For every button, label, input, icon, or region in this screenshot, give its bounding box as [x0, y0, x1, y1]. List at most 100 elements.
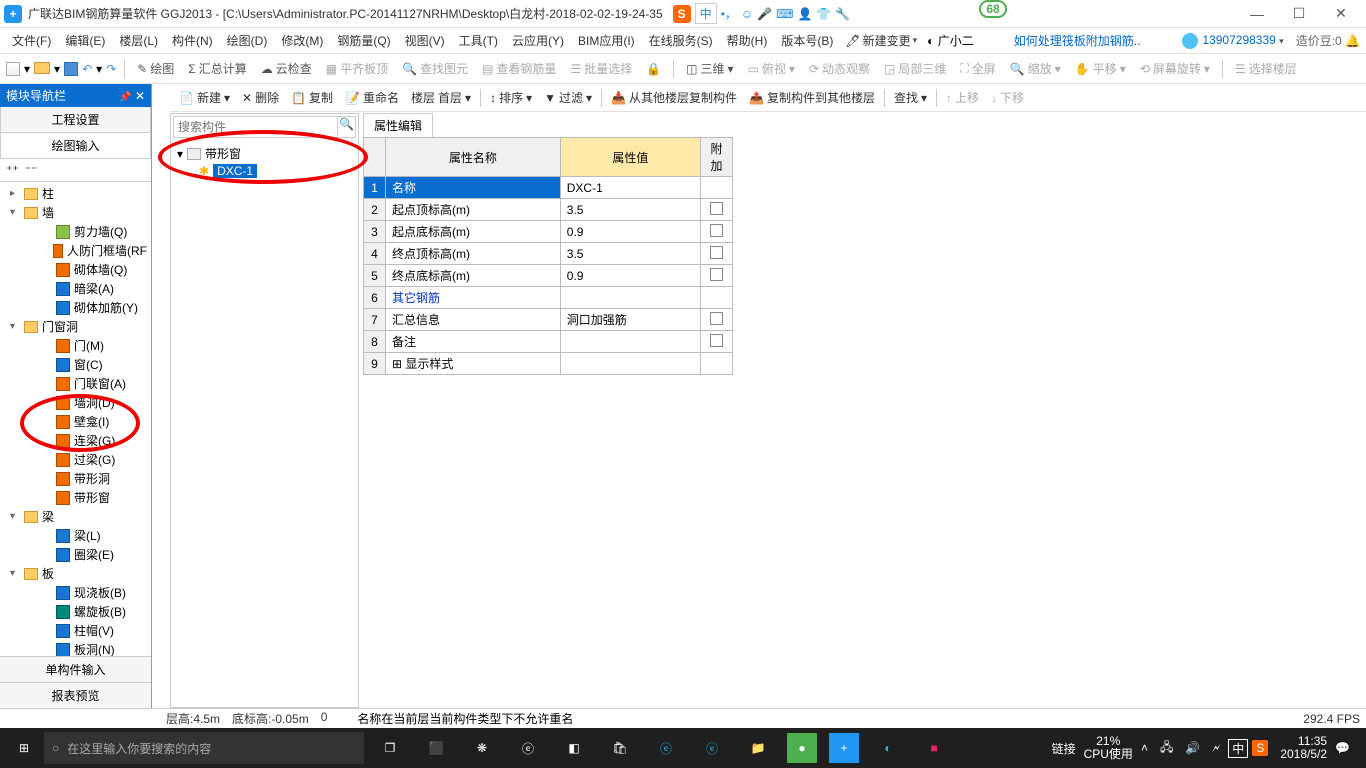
tree-item[interactable]: 暗梁(A) [0, 279, 151, 298]
maximize-button[interactable]: ☐ [1278, 5, 1320, 22]
start-button[interactable]: ⊞ [4, 728, 44, 768]
taskbar-app-4[interactable]: ■ [912, 728, 956, 768]
sum-button[interactable]: Σ 汇总计算 [184, 58, 250, 79]
property-row[interactable]: 1名称DXC-1 [364, 177, 733, 199]
tray-network-icon[interactable]: 🖧 [1156, 738, 1177, 759]
phone-number[interactable]: 13907298339 ▾ [1182, 33, 1283, 49]
property-row[interactable]: 5终点底标高(m)0.9 [364, 265, 733, 287]
task-view-icon[interactable]: ❐ [368, 728, 412, 768]
tree-item[interactable]: 人防门框墙(RF [0, 241, 151, 260]
search-input[interactable] [174, 117, 337, 137]
tray-sogou-icon[interactable]: S [1252, 740, 1268, 756]
user-button[interactable]: ◐ 广小二 [927, 32, 974, 49]
ime-user-icon[interactable]: 👤 [797, 7, 812, 21]
sort-button[interactable]: ↕排序▾ [487, 87, 535, 108]
find-view-button[interactable]: 🔍查找图元 [398, 58, 472, 79]
component-tree-item[interactable]: ▾带形窗 [175, 144, 354, 163]
tree-item[interactable]: 门(M) [0, 336, 151, 355]
menu-floor[interactable]: 楼层(L) [113, 29, 164, 52]
component-tree-item[interactable]: ✱DXC-1 [175, 163, 354, 179]
tab-project-settings[interactable]: 工程设置 [0, 107, 151, 133]
open-file-icon[interactable] [34, 62, 50, 74]
tree-item[interactable]: ▾梁 [0, 507, 151, 526]
property-row[interactable]: 8备注 [364, 331, 733, 353]
ime-smile-icon[interactable]: ☺ [741, 7, 753, 21]
pan-button[interactable]: ✋平移▾ [1071, 58, 1130, 79]
taskbar-360[interactable]: ● [787, 733, 817, 763]
tray-cpu[interactable]: 21%CPU使用 [1084, 735, 1133, 761]
cloud-check-button[interactable]: ☁云检查 [257, 58, 316, 79]
screen-rotate-button[interactable]: ⟲屏幕旋转▾ [1136, 58, 1214, 79]
tray-link[interactable]: 链接 [1048, 740, 1080, 757]
menu-rebar[interactable]: 钢筋量(Q) [331, 29, 396, 52]
tray-chevron-up-icon[interactable]: ˄ [1137, 741, 1152, 755]
new-file-icon[interactable] [6, 62, 20, 76]
tray-ime[interactable]: 中 [1228, 739, 1248, 758]
select-floor-button[interactable]: ☰选择楼层 [1231, 58, 1301, 79]
ime-sogou-icon[interactable]: S [673, 5, 691, 23]
menu-edit[interactable]: 编辑(E) [59, 29, 111, 52]
ime-shirt-icon[interactable]: 👕 [816, 7, 831, 21]
menu-help[interactable]: 帮助(H) [721, 29, 774, 52]
tray-battery-icon[interactable]: 🗲 [1208, 741, 1224, 756]
notification-badge[interactable]: 68 [979, 0, 1007, 18]
menu-version[interactable]: 版本号(B) [775, 29, 839, 52]
tree-item[interactable]: 门联窗(A) [0, 374, 151, 393]
property-row[interactable]: 9⊞ 显示样式 [364, 353, 733, 375]
property-row[interactable]: 6其它钢筋 [364, 287, 733, 309]
component-instance-tree[interactable]: ▾带形窗✱DXC-1 [171, 140, 358, 183]
expand-all-icon[interactable]: ⁺⁺ [6, 163, 19, 177]
tree-item[interactable]: 圈梁(E) [0, 545, 151, 564]
top-view-button[interactable]: ▭俯视▾ [744, 58, 799, 79]
property-row[interactable]: 4终点顶标高(m)3.5 [364, 243, 733, 265]
save-file-icon[interactable] [64, 62, 78, 76]
menu-draw[interactable]: 绘图(D) [221, 29, 274, 52]
tree-item[interactable]: 带形洞 [0, 469, 151, 488]
ime-wrench-icon[interactable]: 🔧 [835, 7, 850, 21]
tree-item[interactable]: 螺旋板(B) [0, 602, 151, 621]
tree-item[interactable]: ▾板 [0, 564, 151, 583]
undo-icon[interactable]: ↶ [82, 62, 92, 76]
copy-to-floor-button[interactable]: 📤复制构件到其他楼层 [746, 87, 878, 108]
pin-icon[interactable]: 📌 [119, 92, 131, 103]
delete-button[interactable]: ✕删除 [239, 87, 282, 108]
lock-icon[interactable]: 🔒 [642, 60, 665, 78]
move-down-button[interactable]: ↓下移 [988, 87, 1027, 108]
tree-item[interactable]: 砌体加筋(Y) [0, 298, 151, 317]
cortana-search[interactable]: ○ 在这里输入你要搜索的内容 [44, 732, 364, 764]
copy-button[interactable]: 📋复制 [288, 87, 336, 108]
menu-modify[interactable]: 修改(M) [275, 29, 329, 52]
tab-draw-input[interactable]: 绘图输入 [0, 133, 151, 159]
tree-item[interactable]: 墙洞(D) [0, 393, 151, 412]
tree-item[interactable]: 壁龛(I) [0, 412, 151, 431]
local-3d-button[interactable]: ◲局部三维 [880, 58, 950, 79]
floor-select[interactable]: 楼层 首层 ▾ [408, 87, 474, 108]
taskbar-app-2[interactable]: ❋ [460, 728, 504, 768]
help-link[interactable]: 如何处理筏板附加钢筋.. [1014, 32, 1141, 49]
tab-single-input[interactable]: 单构件输入 [0, 656, 151, 682]
minimize-button[interactable]: — [1236, 6, 1278, 22]
new-change-button[interactable]: 🖊 新建变更▾ [845, 32, 917, 49]
taskbar-ie[interactable]: ⓔ [690, 728, 734, 768]
batch-select-button[interactable]: ☰批量选择 [566, 58, 636, 79]
move-up-button[interactable]: ↑上移 [943, 87, 982, 108]
rename-button[interactable]: 📝重命名 [342, 87, 402, 108]
panel-close-icon[interactable]: ✕ [135, 89, 145, 103]
menu-tool[interactable]: 工具(T) [453, 29, 504, 52]
tab-report-preview[interactable]: 报表预览 [0, 682, 151, 708]
property-tab[interactable]: 属性编辑 [363, 113, 433, 137]
tree-item[interactable]: 连梁(G) [0, 431, 151, 450]
ime-keyboard-icon[interactable]: ⌨ [776, 7, 793, 21]
redo-icon[interactable]: ↷ [106, 62, 116, 76]
dynamic-view-button[interactable]: ⟳动态观察 [805, 58, 874, 79]
check-rebar-button[interactable]: ▤查看钢筋量 [478, 58, 560, 79]
component-tree[interactable]: ▸柱▾墙剪力墙(Q)人防门框墙(RF砌体墙(Q)暗梁(A)砌体加筋(Y)▾门窗洞… [0, 182, 151, 662]
taskbar-edge[interactable]: ⓔ [644, 728, 688, 768]
filter-button[interactable]: ▼过滤▾ [541, 87, 595, 108]
tree-item[interactable]: ▸柱 [0, 184, 151, 203]
ime-lang-toggle[interactable]: 中 [695, 3, 717, 24]
search-icon[interactable]: 🔍 [337, 117, 355, 137]
taskbar-ggj[interactable]: + [829, 733, 859, 763]
menu-component[interactable]: 构件(N) [166, 29, 219, 52]
view-3d-button[interactable]: ◫三维▾ [682, 58, 737, 79]
